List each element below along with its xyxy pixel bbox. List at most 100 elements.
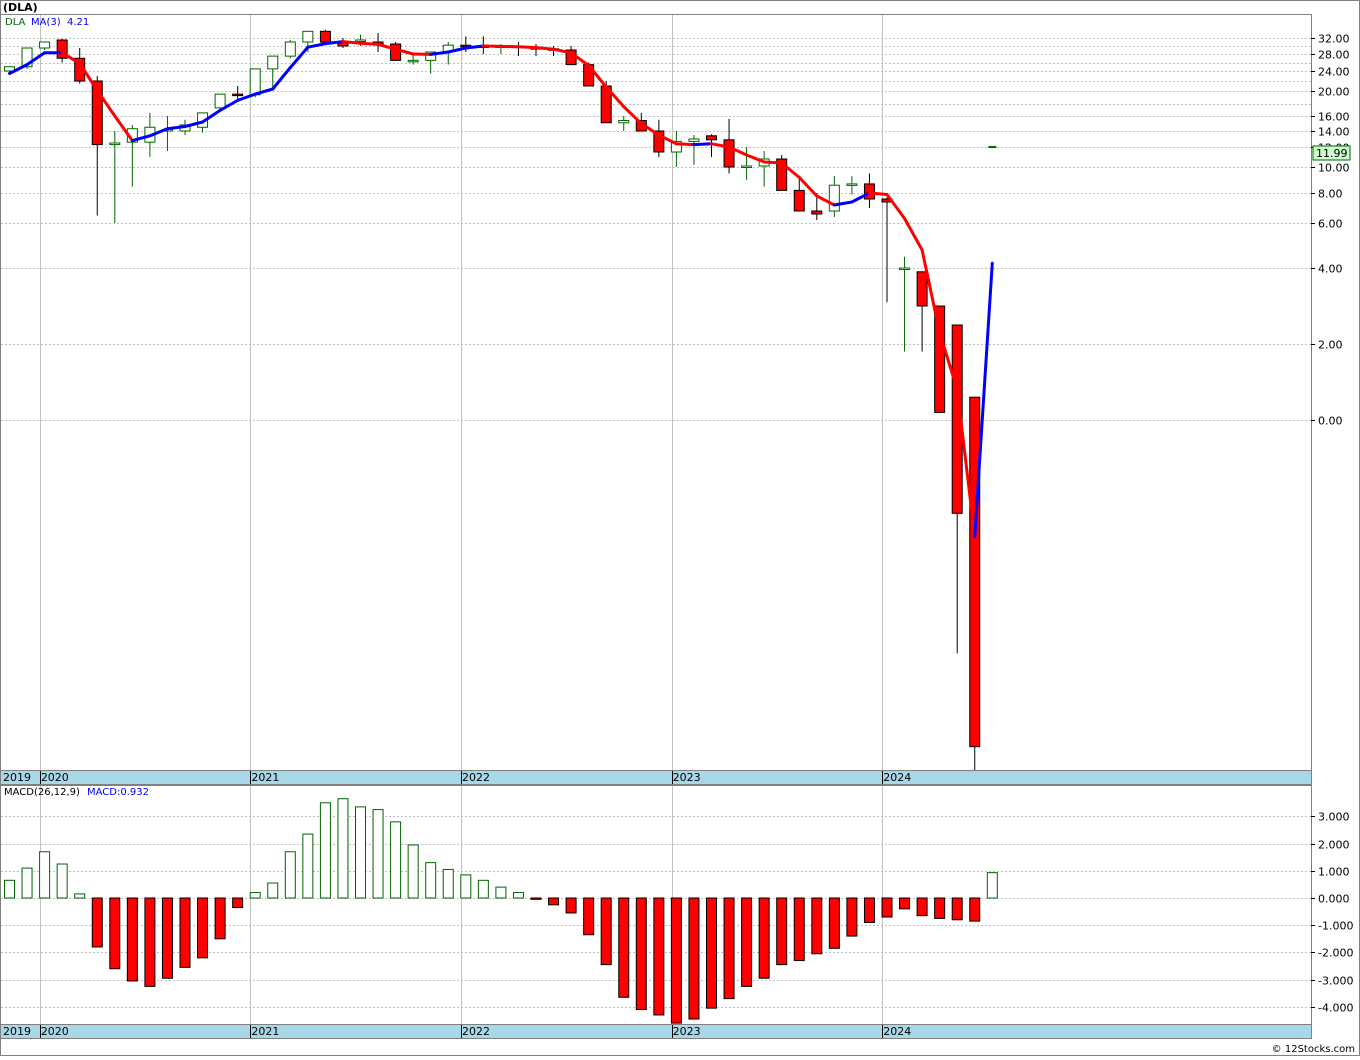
- year-label: 2019: [3, 771, 31, 784]
- macd-bar: [356, 807, 366, 898]
- ma-segment: [518, 47, 536, 48]
- macd-bar: [970, 898, 980, 921]
- macd-bar: [794, 898, 804, 961]
- candle-body: [408, 60, 418, 62]
- candle-body: [391, 44, 401, 60]
- price-tick-label: 2.00: [1318, 339, 1343, 352]
- candle-body: [829, 185, 839, 211]
- macd-bar: [549, 898, 559, 905]
- chart-svg: (DLA) 32.0028.0024.0020.0016.0014.0012.0…: [0, 0, 1360, 1056]
- ma-segment: [325, 42, 343, 44]
- macd-label: MACD(26,12,9): [4, 787, 80, 798]
- macd-bar: [75, 894, 85, 898]
- ma-segment: [466, 46, 484, 48]
- year-label: 2023: [673, 1025, 701, 1038]
- candle-body: [970, 397, 980, 746]
- macd-bar: [215, 898, 225, 939]
- price-tick-label: 6.00: [1318, 218, 1343, 231]
- macd-bar: [92, 898, 102, 947]
- year-label: 2023: [673, 771, 701, 784]
- macd-bar: [496, 887, 506, 898]
- price-tick-label: 0.00: [1318, 415, 1343, 428]
- macd-bar: [566, 898, 576, 913]
- candle-body: [233, 94, 243, 96]
- macd-value-label: MACD:0.932: [87, 787, 149, 798]
- macd-bar: [777, 898, 787, 965]
- price-tick-label: 24.00: [1318, 66, 1350, 79]
- ma-segment: [676, 144, 694, 145]
- macd-bar: [952, 898, 962, 920]
- ma-segment: [764, 162, 782, 163]
- macd-bar: [654, 898, 664, 1015]
- ma-segment: [536, 48, 554, 50]
- macd-bar: [724, 898, 734, 999]
- year-label: 2021: [251, 771, 279, 784]
- macd-bar: [513, 893, 523, 898]
- candle-body: [285, 42, 295, 56]
- legend-ma-value: 4.21: [67, 17, 89, 28]
- year-label: 2024: [883, 1025, 911, 1038]
- ma-segment: [361, 43, 379, 44]
- macd-bar: [584, 898, 594, 935]
- candle-body: [864, 184, 874, 199]
- macd-bar: [531, 898, 541, 899]
- candle-body: [110, 143, 120, 145]
- candle-body: [619, 121, 629, 123]
- macd-bar: [742, 898, 752, 986]
- macd-bar: [303, 834, 313, 898]
- candle-body: [40, 42, 50, 48]
- candle-body: [356, 40, 366, 42]
- macd-bar: [812, 898, 822, 954]
- macd-bar: [619, 898, 629, 997]
- macd-bar: [285, 852, 295, 898]
- year-label: 2022: [462, 1025, 490, 1038]
- macd-tick-label: -2.000: [1318, 947, 1353, 960]
- price-tick-label: 28.00: [1318, 49, 1350, 62]
- candle-body: [707, 136, 717, 140]
- candle-body: [724, 140, 734, 167]
- macd-bar: [57, 864, 67, 898]
- price-tick-label: 4.00: [1318, 263, 1343, 276]
- ma-segment: [694, 144, 712, 145]
- candle-body: [689, 139, 699, 141]
- macd-tick-label: -1.000: [1318, 920, 1353, 933]
- candle-body: [812, 211, 822, 214]
- candle-body: [215, 94, 225, 108]
- macd-x-axis-band: [1, 1025, 1312, 1039]
- price-tick-label: 8.00: [1318, 188, 1343, 201]
- stock-chart: (DLA) 32.0028.0024.0020.0016.0014.0012.0…: [0, 0, 1360, 1060]
- macd-bar: [250, 893, 260, 898]
- candle: [988, 147, 996, 148]
- macd-tick-label: 1.000: [1318, 866, 1350, 879]
- macd-tick-label: -3.000: [1318, 975, 1353, 988]
- price-tick-label: 16.00: [1318, 111, 1350, 124]
- macd-bar: [671, 898, 681, 1023]
- macd-bar: [987, 873, 997, 898]
- year-label: 2022: [462, 771, 490, 784]
- macd-bar: [373, 810, 383, 898]
- year-label: 2020: [41, 771, 69, 784]
- price-tick-label: 14.00: [1318, 126, 1350, 139]
- candle-body: [268, 56, 278, 69]
- year-label: 2019: [3, 1025, 31, 1038]
- macd-bar: [127, 898, 137, 981]
- macd-bar: [689, 898, 699, 1019]
- year-label: 2024: [883, 771, 911, 784]
- legend-symbol: DLA: [5, 17, 26, 28]
- ticker-title: (DLA): [3, 1, 38, 14]
- price-tick-label: 32.00: [1318, 33, 1350, 46]
- candle-body: [794, 190, 804, 211]
- year-label: 2021: [251, 1025, 279, 1038]
- macd-bar: [478, 880, 488, 898]
- candle: [320, 30, 330, 42]
- candle-body: [847, 184, 857, 186]
- macd-bar: [40, 852, 50, 898]
- macd-tick-label: 2.000: [1318, 839, 1350, 852]
- macd-bar: [5, 880, 15, 898]
- price-panel-frame: [1, 15, 1312, 771]
- macd-bar: [443, 869, 453, 898]
- macd-bar: [917, 898, 927, 916]
- macd-bar: [759, 898, 769, 978]
- macd-tick-label: -4.000: [1318, 1002, 1353, 1015]
- macd-bar: [145, 898, 155, 986]
